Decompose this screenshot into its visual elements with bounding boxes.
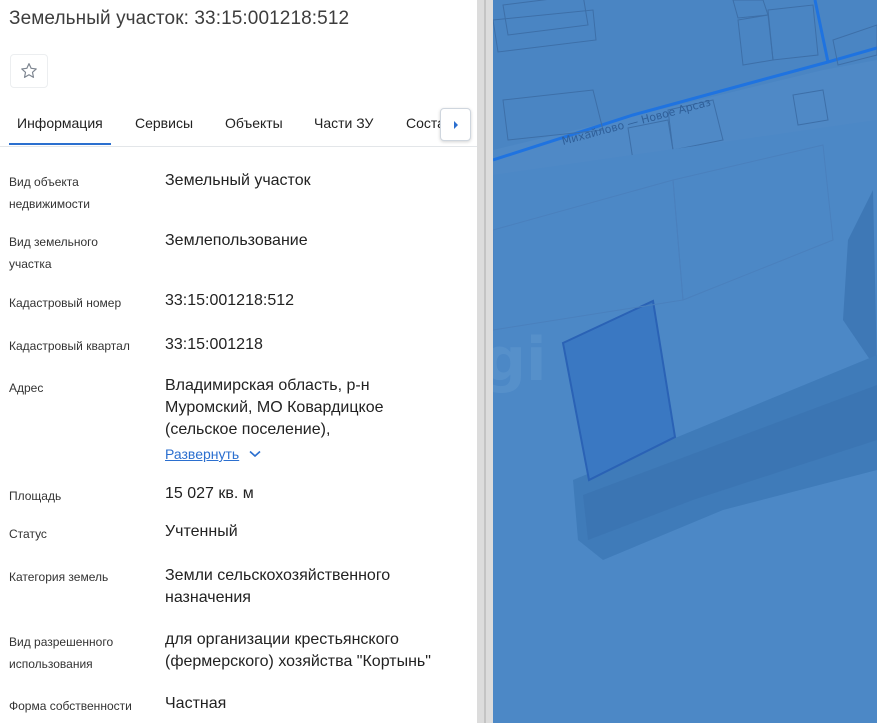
permitted-use-value: для организации крестьянского (фермерско… — [165, 631, 431, 670]
tab-bar: Информация Сервисы Объекты Части ЗУ Сост… — [0, 100, 477, 147]
area-label: Площадь — [9, 489, 62, 503]
permitted-use-label: Вид разрешенного использования — [9, 635, 114, 671]
tab-services[interactable]: Сервисы — [135, 100, 193, 145]
page-title: Земельный участок: 33:15:001218:512 — [9, 8, 350, 29]
plot-kind-label: Вид земельного участка — [9, 235, 98, 271]
expand-link[interactable]: Развернуть — [165, 446, 239, 462]
expand-address[interactable]: Развернуть — [165, 446, 261, 462]
cadastral-map[interactable]: gi Михайлово — Новое Арсаз — [493, 0, 877, 723]
land-category-value: Земли сельскохозяйственного назначения — [165, 567, 391, 606]
map-watermark: gi — [493, 325, 547, 395]
cadastral-quarter-value: 33:15:001218 — [165, 336, 263, 353]
info-panel: Земельный участок: 33:15:001218:512 Инфо… — [0, 0, 477, 723]
area-value: 15 027 кв. м — [165, 485, 254, 502]
object-type-value: Земельный участок — [165, 172, 311, 189]
object-type-label: Вид объекта недвижимости — [9, 175, 90, 211]
address-value: Владимирская область, р-н Муромский, МО … — [165, 377, 384, 438]
cadastral-quarter-label: Кадастровый квартал — [9, 339, 130, 353]
chevron-right-icon — [453, 120, 458, 129]
land-category-label: Категория земель — [9, 570, 109, 584]
status-label: Статус — [9, 527, 47, 541]
plot-kind-value: Землепользование — [165, 232, 308, 249]
ownership-label: Форма собственности — [9, 699, 132, 713]
ownership-value: Частная — [165, 695, 227, 712]
chevron-down-icon[interactable] — [249, 450, 261, 458]
status-value: Учтенный — [165, 523, 238, 540]
star-outline-icon — [21, 63, 37, 78]
tab-information[interactable]: Информация — [9, 100, 111, 145]
tabs-scroll-right-button[interactable] — [440, 108, 471, 141]
cadastral-number-label: Кадастровый номер — [9, 296, 122, 310]
address-label: Адрес — [9, 381, 44, 395]
map-canvas[interactable]: gi Михайлово — Новое Арсаз — [493, 0, 877, 723]
tab-plot-parts[interactable]: Части ЗУ — [314, 100, 373, 145]
cadastral-number-value: 33:15:001218:512 — [165, 292, 295, 309]
splitter-line — [484, 0, 486, 723]
tab-objects[interactable]: Объекты — [225, 100, 283, 145]
favorite-button[interactable] — [10, 54, 48, 88]
